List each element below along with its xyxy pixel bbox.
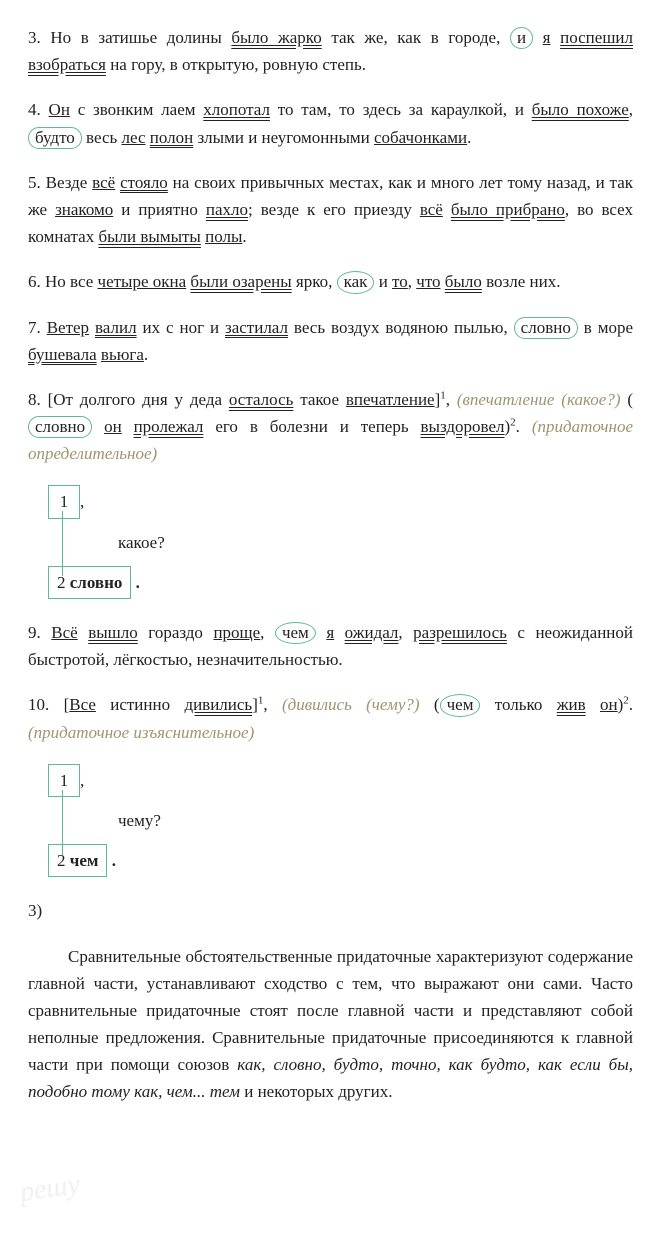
sentence-3: 3. Но в затишье долины было жарко так же… bbox=[28, 24, 633, 78]
sentence-6: 6. Но все четыре окна были озарены ярко,… bbox=[28, 268, 633, 295]
section-3-heading: 3) bbox=[28, 897, 633, 924]
sentence-5: 5. Везде всё стояло на своих привычных м… bbox=[28, 169, 633, 251]
diagram-box-1: 1 bbox=[48, 764, 80, 797]
diagram-box-1: 1 bbox=[48, 485, 80, 518]
explanation-paragraph: Сравнительные обстоятельственные придато… bbox=[28, 943, 633, 1106]
diagram-box-2: 2 чем bbox=[48, 844, 107, 877]
diagram-box-2: 2 словно bbox=[48, 566, 131, 599]
diagram-question: какое? bbox=[118, 529, 633, 556]
sentence-10: 10. [Все истинно дивились]1, (дивились (… bbox=[28, 691, 633, 745]
sentence-8: 8. [От долгого дня у деда осталось такое… bbox=[28, 386, 633, 468]
diagram-question: чему? bbox=[118, 807, 633, 834]
diagram-8: 1, какое? 2 словно . bbox=[48, 485, 633, 599]
sentence-9: 9. Всё вышло гораздо проще, чем я ожидал… bbox=[28, 619, 633, 673]
sentence-4: 4. Он с звонким лаем хлопотал то там, то… bbox=[28, 96, 633, 150]
sentence-7: 7. Ветер валил их с ног и застилал весь … bbox=[28, 314, 633, 368]
diagram-10: 1, чему? 2 чем . bbox=[48, 764, 633, 878]
watermark: решу bbox=[17, 1163, 83, 1216]
